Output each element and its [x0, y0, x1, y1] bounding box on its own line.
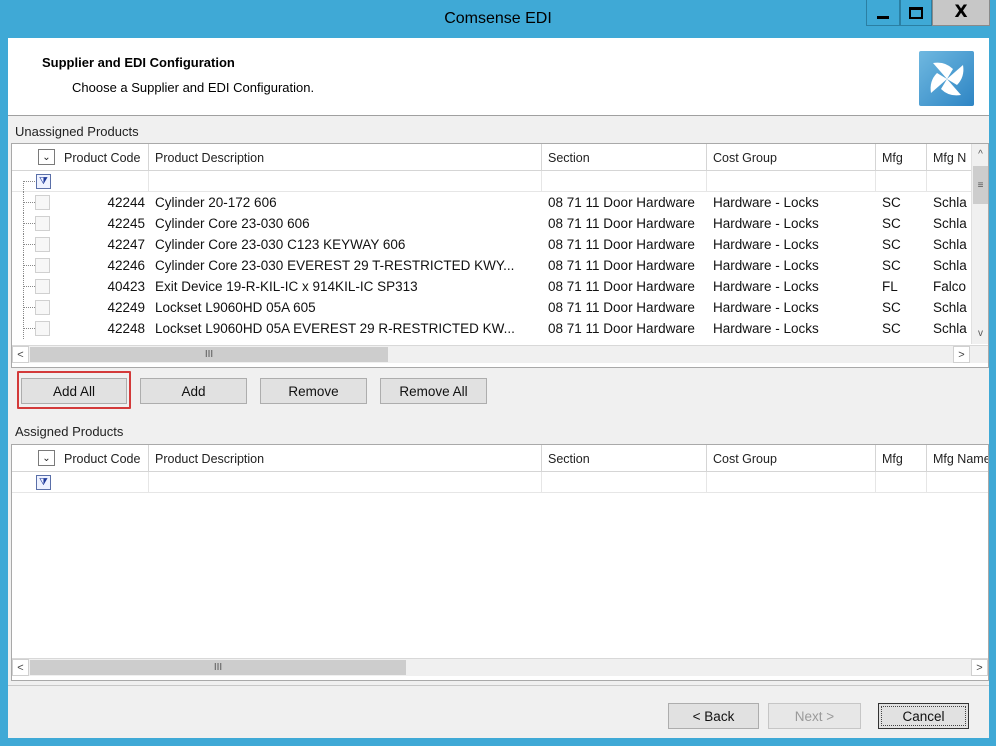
close-icon: X: [954, 2, 968, 22]
row-checkbox[interactable]: [35, 321, 50, 336]
filter-icon[interactable]: ⧩: [36, 475, 51, 490]
scroll-thumb[interactable]: ≡: [973, 166, 988, 204]
select-dropdown-icon[interactable]: ⌄: [38, 149, 55, 165]
unassigned-products-grid[interactable]: ⌄ Product Code Product Description Secti…: [11, 143, 989, 368]
filter-section[interactable]: [542, 171, 707, 192]
assigned-products-label: Assigned Products: [15, 424, 124, 439]
row-checkbox[interactable]: [35, 216, 50, 231]
column-mfg-name[interactable]: Mfg N: [927, 144, 972, 171]
wizard-body: Supplier and EDI Configuration Choose a …: [8, 38, 989, 738]
unassigned-products-label: Unassigned Products: [15, 124, 139, 139]
row-checkbox[interactable]: [35, 195, 50, 210]
table-row[interactable]: 42246 Cylinder Core 23-030 EVEREST 29 T-…: [12, 255, 972, 276]
page-title: Supplier and EDI Configuration: [42, 55, 235, 70]
table-row[interactable]: 42244 Cylinder 20-172 606 08 71 11 Door …: [12, 192, 972, 213]
grid-header-row: ⌄ Product Code Product Description Secti…: [12, 445, 988, 472]
filter-mfg[interactable]: [876, 171, 927, 192]
scroll-up-icon[interactable]: ^: [972, 146, 988, 163]
filter-section[interactable]: [542, 472, 707, 493]
table-row[interactable]: 40423 Exit Device 19-R-KIL-IC x 914KIL-I…: [12, 276, 972, 297]
column-product-code[interactable]: ⌄ Product Code: [12, 144, 149, 171]
grid-header-row: ⌄ Product Code Product Description Secti…: [12, 144, 972, 171]
minimize-button[interactable]: [866, 0, 900, 26]
horizontal-scrollbar[interactable]: < III >: [12, 345, 988, 363]
filter-mfg-name[interactable]: [927, 171, 972, 192]
app-logo-icon: [919, 51, 974, 106]
minimize-icon: [877, 16, 889, 19]
filter-cost-group[interactable]: [707, 171, 876, 192]
next-button[interactable]: Next >: [768, 703, 861, 729]
filter-product-description[interactable]: [149, 171, 542, 192]
table-row[interactable]: 42245 Cylinder Core 23-030 606 08 71 11 …: [12, 213, 972, 234]
filter-row: ⧩: [12, 171, 972, 192]
row-checkbox[interactable]: [35, 300, 50, 315]
close-button[interactable]: X: [932, 0, 990, 26]
scroll-down-icon[interactable]: v: [972, 325, 988, 342]
column-product-description[interactable]: Product Description: [149, 144, 542, 171]
column-mfg[interactable]: Mfg: [876, 144, 927, 171]
assigned-products-grid[interactable]: ⌄ Product Code Product Description Secti…: [11, 444, 989, 681]
filter-mfg-name[interactable]: [927, 472, 988, 493]
column-mfg[interactable]: Mfg: [876, 445, 927, 472]
back-button[interactable]: < Back: [668, 703, 759, 729]
horizontal-scrollbar[interactable]: < III >: [12, 658, 988, 676]
remove-all-button[interactable]: Remove All: [380, 378, 487, 404]
table-row[interactable]: 42248 Lockset L9060HD 05A EVEREST 29 R-R…: [12, 318, 972, 339]
column-product-code[interactable]: ⌄ Product Code: [12, 445, 149, 472]
column-cost-group[interactable]: Cost Group: [707, 144, 876, 171]
scroll-left-icon[interactable]: <: [12, 346, 29, 363]
focus-outline: [881, 706, 966, 726]
filter-cost-group[interactable]: [707, 472, 876, 493]
filter-mfg[interactable]: [876, 472, 927, 493]
filter-product-description[interactable]: [149, 472, 542, 493]
column-product-description[interactable]: Product Description: [149, 445, 542, 472]
cancel-button[interactable]: Cancel: [878, 703, 969, 729]
scroll-right-icon[interactable]: >: [953, 346, 970, 363]
table-row[interactable]: 42249 Lockset L9060HD 05A 605 08 71 11 D…: [12, 297, 972, 318]
add-button[interactable]: Add: [140, 378, 247, 404]
row-checkbox[interactable]: [35, 237, 50, 252]
column-section[interactable]: Section: [542, 144, 707, 171]
wizard-header: Supplier and EDI Configuration Choose a …: [8, 38, 989, 116]
page-subtitle: Choose a Supplier and EDI Configuration.: [72, 80, 315, 95]
filter-row: ⧩: [12, 472, 988, 493]
column-cost-group[interactable]: Cost Group: [707, 445, 876, 472]
footer-divider: [8, 685, 989, 686]
table-row[interactable]: 42247 Cylinder Core 23-030 C123 KEYWAY 6…: [12, 234, 972, 255]
remove-button[interactable]: Remove: [260, 378, 367, 404]
column-section[interactable]: Section: [542, 445, 707, 472]
title-bar: Comsense EDI X: [0, 0, 996, 38]
column-mfg-name[interactable]: Mfg Name: [927, 445, 988, 472]
scroll-left-icon[interactable]: <: [12, 659, 29, 676]
vertical-scrollbar[interactable]: ^ ≡ v: [971, 144, 988, 344]
row-checkbox[interactable]: [35, 258, 50, 273]
window-title: Comsense EDI: [444, 10, 552, 27]
maximize-icon: [909, 6, 923, 19]
row-checkbox[interactable]: [35, 279, 50, 294]
add-all-button[interactable]: Add All: [21, 378, 127, 404]
scroll-thumb[interactable]: III: [30, 660, 406, 675]
scroll-right-icon[interactable]: >: [971, 659, 988, 676]
filter-icon[interactable]: ⧩: [36, 174, 51, 189]
select-dropdown-icon[interactable]: ⌄: [38, 450, 55, 466]
maximize-button[interactable]: [900, 0, 932, 26]
scroll-thumb[interactable]: III: [30, 347, 388, 362]
